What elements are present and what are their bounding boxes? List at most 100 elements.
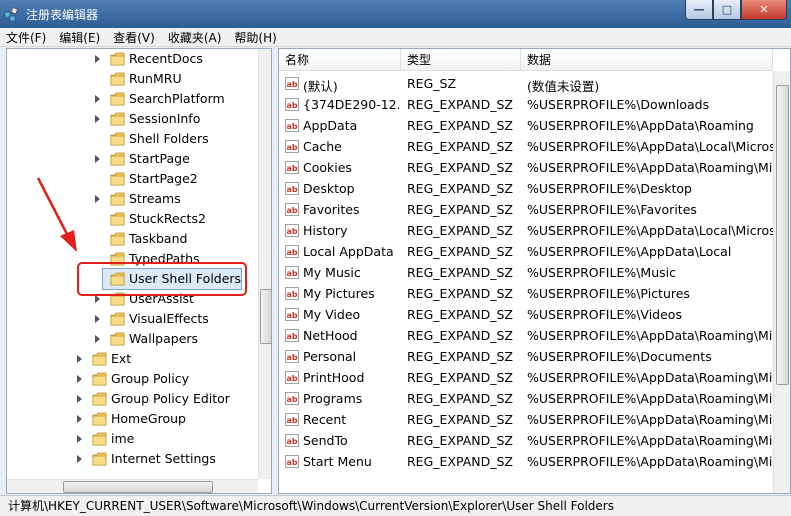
tree-item-label: Group Policy [111, 371, 189, 386]
value-type: REG_EXPAND_SZ [407, 328, 513, 343]
tree-item-label: SearchPlatform [129, 91, 225, 106]
menu-edit[interactable]: 编辑(E) [59, 29, 100, 46]
tree-item[interactable]: StartPage [7, 149, 257, 169]
expander-arrow-icon[interactable] [95, 155, 100, 163]
tree-item-label: StartPage [129, 151, 190, 166]
values-scroll-thumb[interactable] [776, 85, 789, 385]
string-value-icon: ab [285, 371, 299, 384]
tree-item-label: Group Policy Editor [111, 391, 230, 406]
menu-help[interactable]: 帮助(H) [234, 29, 276, 46]
expander-arrow-icon[interactable] [77, 355, 82, 363]
value-data: %USERPROFILE%\AppData\Roaming [527, 118, 754, 133]
tree-item[interactable]: Group Policy [7, 369, 257, 389]
value-row[interactable]: ab Local AppData REG_EXPAND_SZ %USERPROFILE… [279, 241, 773, 262]
expander-arrow-icon[interactable] [95, 55, 100, 63]
string-value-icon: ab [285, 98, 299, 111]
column-header-type[interactable]: 类型 [401, 49, 521, 71]
tree-item[interactable]: RunMRU [7, 69, 257, 89]
tree-hscroll-thumb[interactable] [63, 481, 213, 493]
expander-arrow-icon[interactable] [77, 375, 82, 383]
value-type: REG_EXPAND_SZ [407, 97, 513, 112]
value-row[interactable]: ab {374DE290-12... REG_EXPAND_SZ %USERPROFI… [279, 94, 773, 115]
tree-item[interactable]: SearchPlatform [7, 89, 257, 109]
value-row[interactable]: ab Favorites REG_EXPAND_SZ %USERPROFILE%\Fa… [279, 199, 773, 220]
menu-favorites[interactable]: 收藏夹(A) [168, 29, 222, 46]
value-row[interactable]: ab NetHood REG_EXPAND_SZ %USERPROFILE%\AppD… [279, 325, 773, 346]
value-row[interactable]: ab Personal REG_EXPAND_SZ %USERPROFILE%\Doc… [279, 346, 773, 367]
tree-item[interactable]: Ext [7, 349, 257, 369]
svg-text:ab: ab [287, 122, 298, 131]
expander-arrow-icon[interactable] [95, 115, 100, 123]
value-row[interactable]: ab Desktop REG_EXPAND_SZ %USERPROFILE%\Desk… [279, 178, 773, 199]
value-name: SendTo [303, 433, 348, 448]
tree-item[interactable]: Internet Settings [7, 449, 257, 469]
value-row[interactable]: ab SendTo REG_EXPAND_SZ %USERPROFILE%\AppDa… [279, 430, 773, 451]
value-row[interactable]: ab AppData REG_EXPAND_SZ %USERPROFILE%\AppD… [279, 115, 773, 136]
value-data: %USERPROFILE%\Documents [527, 349, 712, 364]
expander-arrow-icon[interactable] [95, 295, 100, 303]
values-list[interactable]: 名称 类型 数据 ab (默认) REG_SZ (数值未设置) ab {374DE290-… [278, 48, 791, 494]
expander-arrow-icon[interactable] [95, 335, 100, 343]
tree-item-label: Taskband [129, 231, 188, 246]
tree-item[interactable]: VisualEffects [7, 309, 257, 329]
value-data: %USERPROFILE%\Videos [527, 307, 682, 322]
value-name: Cookies [303, 160, 352, 175]
maximize-button[interactable]: □ [713, 0, 741, 20]
expander-arrow-icon[interactable] [95, 95, 100, 103]
value-type: REG_EXPAND_SZ [407, 454, 513, 469]
folder-icon [110, 92, 125, 106]
svg-text:ab: ab [287, 143, 298, 152]
value-type: REG_EXPAND_SZ [407, 307, 513, 322]
window-title: 注册表编辑器 [26, 8, 99, 22]
svg-text:ab: ab [287, 290, 298, 299]
value-name: My Video [303, 307, 361, 322]
value-row[interactable]: ab My Pictures REG_EXPAND_SZ %USERPROFILE%\… [279, 283, 773, 304]
value-name: Desktop [303, 181, 355, 196]
svg-text:ab: ab [287, 227, 298, 236]
value-row[interactable]: ab Cookies REG_EXPAND_SZ %USERPROFILE%\AppD… [279, 157, 773, 178]
menu-view[interactable]: 查看(V) [113, 29, 155, 46]
value-row[interactable]: ab History REG_EXPAND_SZ %USERPROFILE%\AppD… [279, 220, 773, 241]
value-type: REG_EXPAND_SZ [407, 286, 513, 301]
tree-item[interactable]: ime [7, 429, 257, 449]
value-type: REG_EXPAND_SZ [407, 370, 513, 385]
folder-icon [110, 132, 125, 146]
close-button[interactable]: ✕ [741, 0, 787, 20]
value-row[interactable]: ab My Music REG_EXPAND_SZ %USERPROFILE%\Mus… [279, 262, 773, 283]
value-row[interactable]: ab (默认) REG_SZ (数值未设置) [279, 73, 773, 94]
tree-item[interactable]: HomeGroup [7, 409, 257, 429]
value-data: (数值未设置) [527, 79, 600, 94]
value-name: AppData [303, 118, 358, 133]
tree-item[interactable]: Wallpapers [7, 329, 257, 349]
values-vertical-scrollbar[interactable] [773, 71, 790, 493]
value-data: %USERPROFILE%\AppData\Roaming\Micr [527, 412, 773, 427]
tree-item-label: SessionInfo [129, 111, 201, 126]
tree-item[interactable]: RecentDocs [7, 49, 257, 69]
column-header-data[interactable]: 数据 [521, 49, 773, 71]
tree-vertical-scrollbar[interactable] [258, 49, 271, 479]
value-row[interactable]: ab Recent REG_EXPAND_SZ %USERPROFILE%\AppDa… [279, 409, 773, 430]
value-row[interactable]: ab Start Menu REG_EXPAND_SZ %USERPROFILE%\A… [279, 451, 773, 472]
tree-item[interactable]: SessionInfo [7, 109, 257, 129]
expander-arrow-icon[interactable] [77, 395, 82, 403]
column-header-name[interactable]: 名称 [279, 49, 401, 71]
value-row[interactable]: ab My Video REG_EXPAND_SZ %USERPROFILE%\Vid… [279, 304, 773, 325]
minimize-button[interactable]: — [685, 0, 713, 20]
menu-file[interactable]: 文件(F) [6, 29, 46, 46]
value-row[interactable]: ab Cache REG_EXPAND_SZ %USERPROFILE%\AppDat… [279, 136, 773, 157]
tree-horizontal-scrollbar[interactable] [7, 479, 258, 493]
expander-arrow-icon[interactable] [77, 455, 82, 463]
value-name: History [303, 223, 348, 238]
expander-arrow-icon[interactable] [95, 195, 100, 203]
value-data: %USERPROFILE%\AppData\Roaming\Micr [527, 454, 773, 469]
expander-arrow-icon[interactable] [77, 435, 82, 443]
string-value-icon: ab [285, 413, 299, 426]
value-name: Local AppData [303, 244, 394, 259]
expander-arrow-icon[interactable] [95, 315, 100, 323]
value-row[interactable]: ab Programs REG_EXPAND_SZ %USERPROFILE%\App… [279, 388, 773, 409]
expander-arrow-icon[interactable] [77, 415, 82, 423]
tree-item[interactable]: Group Policy Editor [7, 389, 257, 409]
value-row[interactable]: ab PrintHood REG_EXPAND_SZ %USERPROFILE%\Ap… [279, 367, 773, 388]
tree-item[interactable]: Shell Folders [7, 129, 257, 149]
tree-scroll-thumb[interactable] [260, 289, 271, 344]
